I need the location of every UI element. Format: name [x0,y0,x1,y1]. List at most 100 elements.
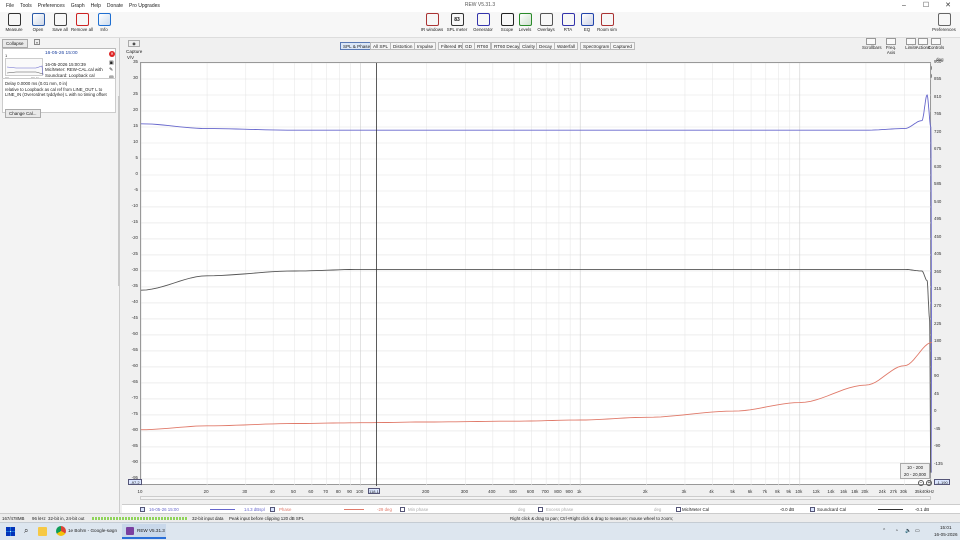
x-tick-label: 200 [422,489,430,494]
collapse-arrow-icon[interactable]: « [34,39,40,45]
toolbar-spl-meter-button[interactable]: 83 SPL meter [445,13,469,32]
menu-item-donate[interactable]: Donate [107,2,123,11]
tab-decay[interactable]: Decay [536,42,556,50]
phase-checkbox[interactable] [270,507,277,513]
panel-scrollbar[interactable] [118,96,120,286]
toolbar-generator-button[interactable]: Generator [471,13,495,32]
menu-item-preferences[interactable]: Preferences [38,2,65,11]
capture-camera-icon[interactable]: ◉ [128,40,140,47]
start-icon[interactable] [6,527,15,536]
right-tick-label: 495 [934,216,942,222]
levels-icon [518,13,532,26]
right-tick-label: 0 [934,408,937,414]
toolbar-save-all-button[interactable]: Save all [48,13,72,32]
right-tick-label: 90 [934,373,939,379]
zoom-in-x-icon[interactable]: + [926,480,932,486]
x-scrollbar[interactable] [140,496,931,500]
x-tick-label: 16k [840,489,848,494]
controls-control[interactable]: Controls [927,38,945,50]
x-tick-label: 7k [762,489,768,494]
sound-cal-checkbox[interactable] [810,507,817,513]
edit-notes-icon[interactable]: ✎ [109,67,113,73]
menu-item-pro-upgrades[interactable]: Pro Upgrades [129,2,160,11]
freq-axis-control[interactable]: Freq. Axis [882,38,900,55]
battery-icon[interactable]: ▭ [915,528,920,534]
search-icon[interactable]: ⌕ [24,526,28,536]
save-icon [53,13,67,26]
tab-rt60-decay[interactable]: RT60 Decay [491,42,523,50]
series-line-distortion [141,268,932,473]
y-tick-label: 10 [133,138,138,144]
tab-rt60[interactable]: RT60 [474,42,492,50]
tray-chevron-icon[interactable]: ⌃ [882,528,886,534]
toolbar-preferences-button[interactable]: Preferences [930,13,958,32]
toolbar-overlays-button[interactable]: Overlays [534,13,558,32]
tab-waterfall[interactable]: Waterfall [554,42,578,50]
maximize-button[interactable]: ☐ [915,0,937,12]
menu-item-graph[interactable]: Graph [71,2,85,11]
toolbar-ir-windows-button[interactable]: IR windows [420,13,444,32]
min-phase-unit: deg [518,507,526,512]
control-label: Controls [927,45,945,50]
toolbar-open-button[interactable]: Open [26,13,50,32]
collapse-button[interactable]: Collapse [2,39,28,48]
spl-phase-graph[interactable] [140,62,932,486]
phase-value: -29 deg [377,507,392,512]
y-tick-label: -70 [131,394,138,400]
controls-icon [931,38,941,45]
tab-spectrogram[interactable]: Spectrogram [580,42,613,50]
excess-phase-checkbox[interactable] [538,507,545,513]
toolbar-measure-button[interactable]: Measure [2,13,26,32]
x-tick-label: 6k [747,489,753,494]
tab-captured[interactable]: Captured [610,42,635,50]
toolbar-label: Info [100,27,108,32]
change-cal-button[interactable]: Change Cal... [5,109,41,118]
right-tick-label: 765 [934,111,942,117]
measurement-info: Delay 0.0000 ms (0.01 mm, 0 in) relative… [2,78,116,113]
delete-measurement-icon[interactable]: ✕ [109,51,115,57]
tab-all-spl[interactable]: All SPL [370,42,392,50]
right-tick-label: 315 [934,286,942,292]
toolbar-remove-all-button[interactable]: Remove all [70,13,94,32]
zoom-out-x-icon[interactable]: − [918,480,924,486]
x-tick-label: 600 [526,489,535,494]
x-tick-label: 4k [709,489,714,494]
tab-impulse[interactable]: Impulse [414,42,437,50]
menu-item-tools[interactable]: Tools [20,2,32,11]
save-measurement-icon[interactable]: ▣ [109,60,114,66]
right-tick-label: 540 [934,198,942,204]
right-tick-label: -135 [934,460,943,466]
tab-spl-phase[interactable]: SPL & Phase [340,42,374,50]
overlay-box: 10 - 200 20 - 20,000 [900,463,930,479]
x-tick-label: 20k [861,489,869,494]
toolbar-room-sim-button[interactable]: Room sim [595,13,619,32]
trace-checkbox[interactable] [140,507,147,513]
overlays-icon [539,13,553,26]
toolbar-info-button[interactable]: Info [92,13,116,32]
tab-gd[interactable]: GD [462,42,475,50]
file-explorer-icon[interactable] [38,527,47,536]
close-button[interactable]: ✕ [937,0,959,12]
ir-windows-icon [425,13,439,26]
generator-icon [476,13,490,26]
overlay-line: 10 - 200 [906,465,924,470]
right-bottom-value: -1.190 [934,479,950,485]
speaker-icon[interactable]: 🔈 [905,528,911,534]
minimize-button[interactable]: – [893,0,915,12]
x-tick-label: 30 [242,489,248,494]
browser-window-title[interactable]: 1e Bohm - Google-søgn [68,528,117,533]
measurement-name[interactable]: 16-05-26 15:00 [45,51,78,56]
graph-canvas[interactable] [141,63,932,486]
y-tick-label: -45 [131,314,138,320]
min-phase-checkbox[interactable] [400,507,407,513]
x-tick-label: 40kHz [921,489,935,494]
menu-item-help[interactable]: Help [91,2,101,11]
right-tick-label: 630 [934,163,942,169]
tab-distortion[interactable]: Distortion [390,42,416,50]
menu-item-file[interactable]: File [6,2,14,11]
x-tick-label: 50 [291,489,296,494]
scrollbars-control[interactable]: Scrollbars [862,38,882,50]
chrome-icon[interactable] [56,526,66,536]
wifi-icon[interactable]: ◔ [895,528,898,534]
y-tick-label: -75 [131,410,138,416]
